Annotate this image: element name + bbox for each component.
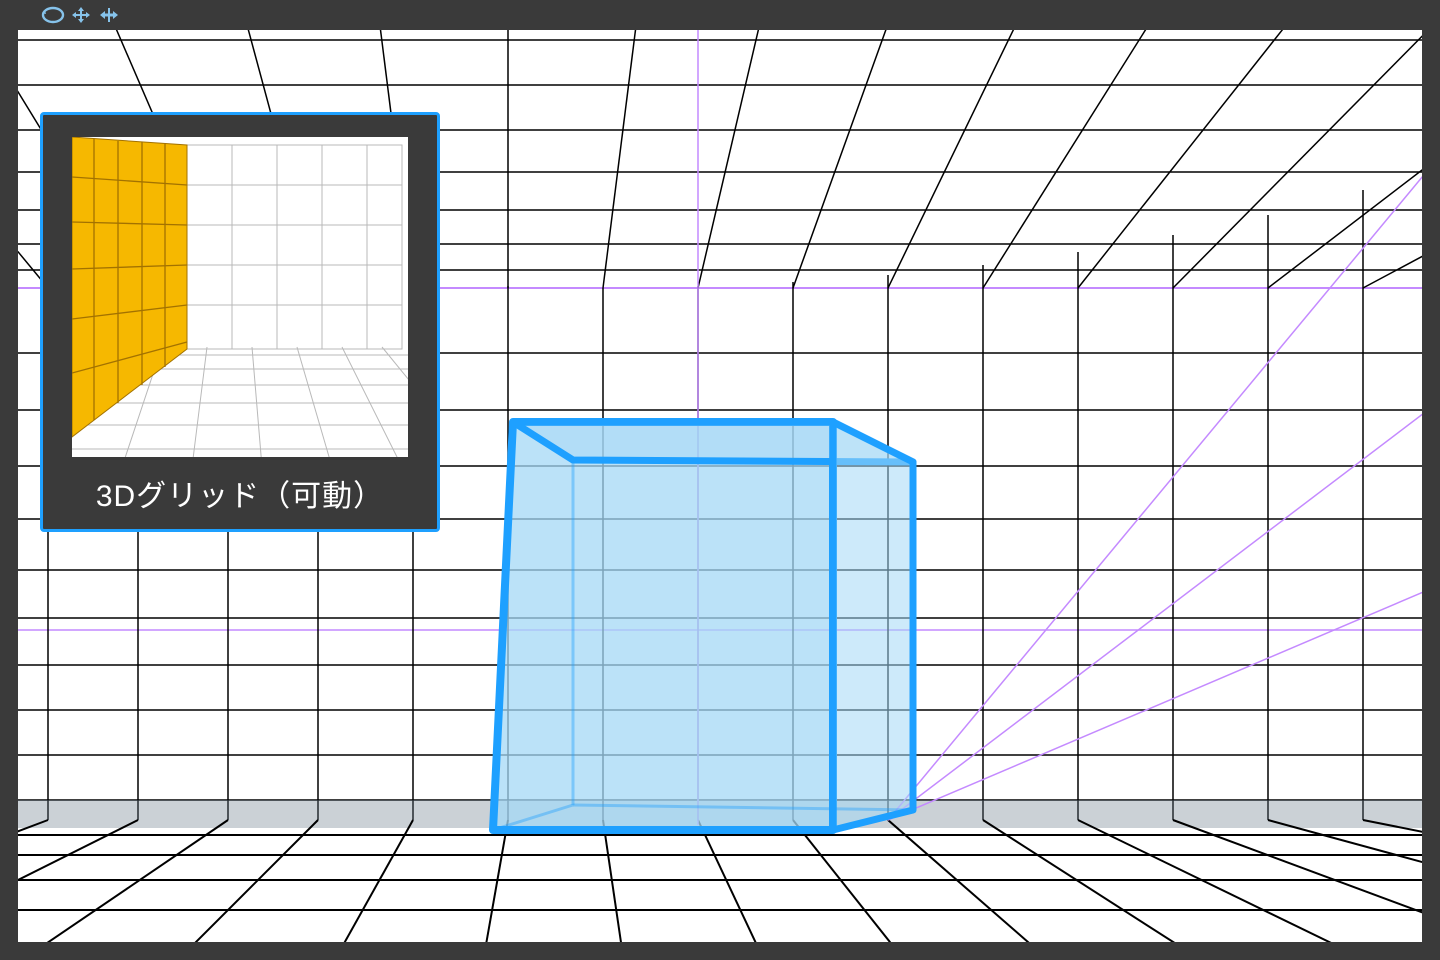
view-pan-icon[interactable] (68, 4, 94, 26)
view-rotate-icon[interactable] (40, 4, 66, 26)
material-thumbnail-preview (72, 137, 408, 457)
view-zoom-icon[interactable] (96, 4, 122, 26)
material-thumbnail-card[interactable]: 3Dグリッド（可動） (40, 112, 440, 532)
selected-cube[interactable] (493, 422, 913, 830)
material-thumbnail-label: 3Dグリッド（可動） (96, 471, 384, 515)
viewport-toolbar (0, 0, 1440, 30)
